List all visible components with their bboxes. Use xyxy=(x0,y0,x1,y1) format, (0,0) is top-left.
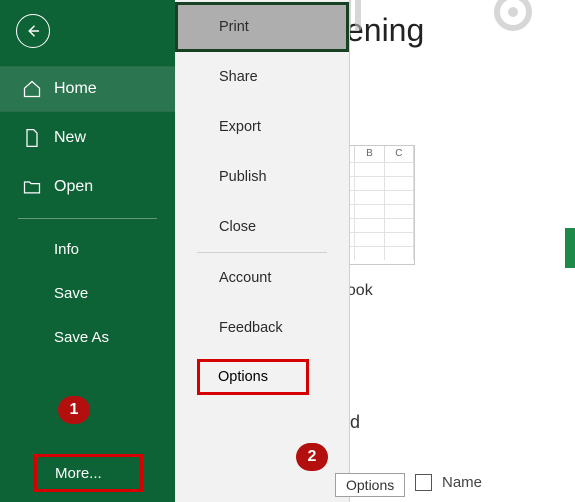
open-folder-icon xyxy=(22,177,42,197)
template-icon xyxy=(491,0,537,34)
submenu-item-label: Publish xyxy=(219,169,267,185)
more-button-label: More... xyxy=(55,465,102,482)
new-file-icon xyxy=(22,128,42,148)
sidebar-item-label: Open xyxy=(54,178,93,196)
more-submenu: Print Share Export Publish Close Account… xyxy=(175,0,350,502)
sidebar-item-label: Save xyxy=(54,285,88,302)
checkbox-icon[interactable] xyxy=(415,474,432,491)
sidebar-item-open[interactable]: Open xyxy=(0,164,175,210)
submenu-item-export[interactable]: Export xyxy=(175,102,349,152)
sidebar-item-save-as[interactable]: Save As xyxy=(0,315,175,359)
home-icon xyxy=(22,79,42,99)
submenu-item-print[interactable]: Print xyxy=(175,2,349,52)
submenu-item-feedback[interactable]: Feedback xyxy=(175,303,349,353)
submenu-item-label: Options xyxy=(218,369,268,385)
sidebar-item-label: Save As xyxy=(54,329,109,346)
arrow-left-icon xyxy=(24,22,42,40)
sidebar-item-save[interactable]: Save xyxy=(0,271,175,315)
more-button[interactable]: More... xyxy=(34,454,143,492)
submenu-item-label: Account xyxy=(219,270,271,286)
sidebar-separator xyxy=(18,218,157,219)
sidebar-item-label: Info xyxy=(54,241,79,258)
options-tooltip: Options xyxy=(335,473,405,497)
name-column-header[interactable]: Name xyxy=(415,474,482,491)
submenu-item-publish[interactable]: Publish xyxy=(175,152,349,202)
col-header: C xyxy=(385,146,414,162)
submenu-item-label: Share xyxy=(219,69,258,85)
name-label: Name xyxy=(442,474,482,491)
col-header: B xyxy=(355,146,384,162)
sidebar-item-home[interactable]: Home xyxy=(0,66,175,112)
submenu-item-share[interactable]: Share xyxy=(175,52,349,102)
sidebar-item-label: New xyxy=(54,129,86,147)
sidebar-item-label: Home xyxy=(54,80,97,98)
submenu-item-label: Feedback xyxy=(219,320,283,336)
submenu-item-label: Close xyxy=(219,219,256,235)
annotation-badge-2: 2 xyxy=(296,443,328,471)
sidebar-item-new[interactable]: New xyxy=(0,112,175,164)
back-button[interactable] xyxy=(16,14,50,48)
submenu-item-account[interactable]: Account xyxy=(175,253,349,303)
sidebar-item-info[interactable]: Info xyxy=(0,227,175,271)
submenu-item-label: Print xyxy=(219,19,249,35)
right-edge-tab[interactable] xyxy=(565,228,575,268)
submenu-item-close[interactable]: Close xyxy=(175,202,349,252)
submenu-item-label: Export xyxy=(219,119,261,135)
annotation-badge-1: 1 xyxy=(58,396,90,424)
backstage-sidebar: Home New Open Info Save Save As Mo xyxy=(0,0,175,502)
submenu-item-options[interactable]: Options xyxy=(197,359,309,395)
